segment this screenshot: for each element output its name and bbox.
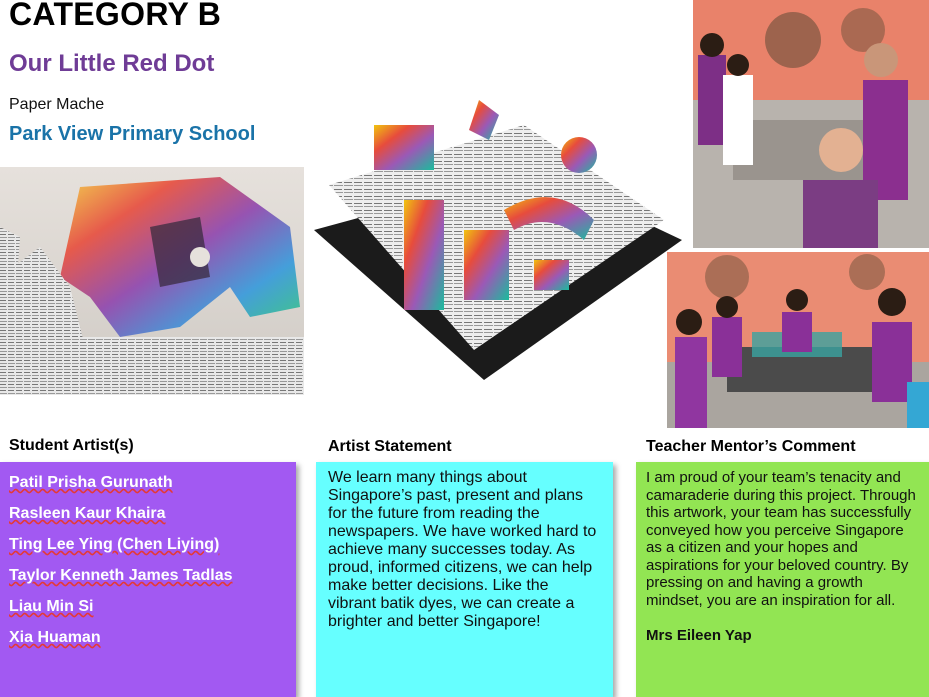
school-name: Park View Primary School	[9, 123, 256, 145]
artist-name: Liau Min Si	[9, 598, 94, 615]
sculpture-closeup-photo	[0, 167, 304, 395]
artist-name: Patil Prisha Gurunath	[9, 474, 173, 491]
artwork-title: Our Little Red Dot	[9, 50, 215, 77]
students-group-photo	[667, 252, 929, 428]
student-artists-panel: Patil Prisha Gurunath Rasleen Kaur Khair…	[0, 462, 296, 697]
category-heading: CATEGORY B	[9, 0, 222, 32]
mentor-name: Mrs Eileen Yap	[646, 627, 752, 644]
student-artists-heading: Student Artist(s)	[9, 437, 134, 454]
artwork-medium: Paper Mache	[9, 96, 105, 113]
artist-name: Xia Huaman	[9, 629, 101, 646]
artist-name: Ting Lee Ying (Chen Liying)	[9, 536, 220, 553]
mentor-comment-heading: Teacher Mentor’s Comment	[646, 438, 856, 455]
artist-statement-panel: We learn many things about Singapore’s p…	[316, 462, 613, 697]
mentor-comment-panel: I am proud of your team’s tenacity and c…	[636, 462, 929, 697]
artist-name: Rasleen Kaur Khaira	[9, 505, 166, 522]
students-classroom-photo	[693, 0, 929, 248]
artwork-main-photo	[304, 90, 684, 390]
artist-name: Taylor Kenneth James Tadlas	[9, 567, 233, 584]
artist-statement-heading: Artist Statement	[328, 438, 452, 455]
artist-statement-text: We learn many things about Singapore’s p…	[328, 469, 597, 630]
mentor-comment-text: I am proud of your team’s tenacity and c…	[646, 469, 916, 609]
